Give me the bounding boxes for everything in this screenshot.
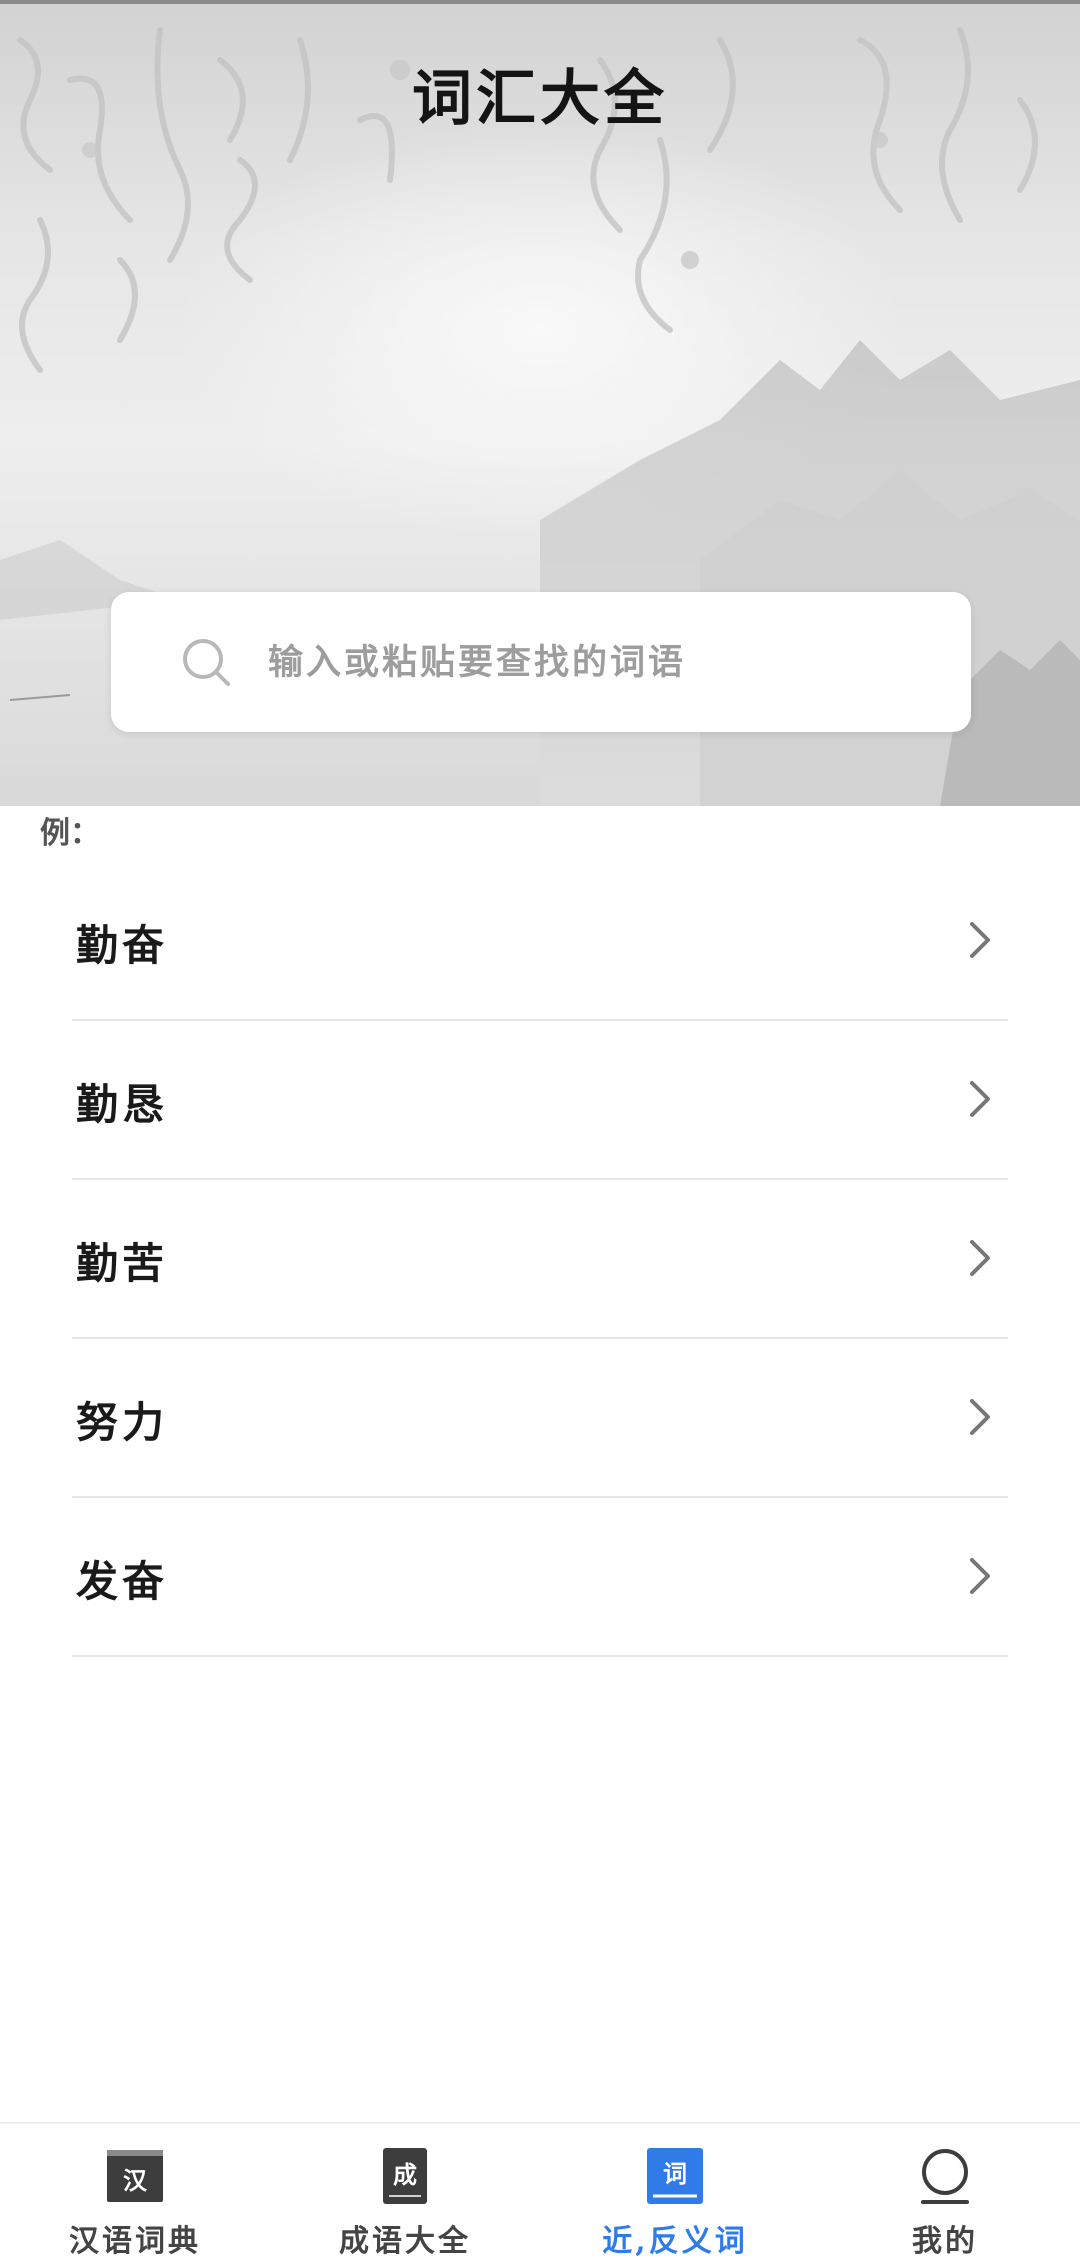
nav-item-label: 汉语词典: [69, 2224, 201, 2259]
nav-item-idioms[interactable]: 成 成语大全: [270, 2124, 540, 2259]
book-icon: 成: [383, 2148, 427, 2204]
nav-item-label: 近,反义词: [602, 2224, 748, 2259]
book-icon: 汉: [107, 2150, 163, 2202]
chevron-right-icon: [970, 1399, 990, 1435]
nav-icon-glyph: 汉: [123, 2167, 148, 2195]
list-item[interactable]: 发奋: [72, 1498, 1008, 1657]
profile-icon: [921, 2149, 969, 2204]
nav-icon-glyph: 成: [393, 2161, 417, 2189]
list-item-word: 勤恳: [76, 1080, 169, 1129]
nav-item-label: 成语大全: [339, 2224, 471, 2259]
nav-item-synonyms[interactable]: 词 近,反义词: [540, 2124, 810, 2259]
list-item-word: 勤奋: [76, 921, 169, 970]
list-item[interactable]: 勤恳: [72, 1021, 1008, 1180]
nav-item-profile[interactable]: 我的: [810, 2124, 1080, 2259]
list-item[interactable]: 勤苦: [72, 1180, 1008, 1339]
example-label: 例：: [40, 816, 100, 851]
page-title: 词汇大全: [412, 64, 668, 134]
example-word-list: 勤奋 勤恳 勤苦 努力 发奋: [72, 862, 1008, 1657]
chevron-right-icon: [970, 1081, 990, 1117]
search-icon: [183, 639, 230, 686]
list-item[interactable]: 努力: [72, 1339, 1008, 1498]
bottom-nav: 汉 汉语词典 成 成语大全 词 近,反义词 我的: [0, 2122, 1080, 2259]
list-item-word: 勤苦: [76, 1239, 169, 1288]
nav-icon-glyph: 词: [663, 2160, 687, 2188]
book-icon: 词: [647, 2148, 703, 2204]
list-item[interactable]: 勤奋: [72, 862, 1008, 1021]
list-item-word: 努力: [76, 1398, 169, 1447]
nav-item-label: 我的: [912, 2224, 978, 2259]
chevron-right-icon: [970, 1240, 990, 1276]
chevron-right-icon: [970, 1558, 990, 1594]
chevron-right-icon: [970, 922, 990, 958]
search-input[interactable]: [266, 622, 930, 704]
list-item-word: 发奋: [76, 1557, 169, 1606]
search-bar[interactable]: [111, 592, 971, 732]
nav-item-dictionary[interactable]: 汉 汉语词典: [0, 2124, 270, 2259]
